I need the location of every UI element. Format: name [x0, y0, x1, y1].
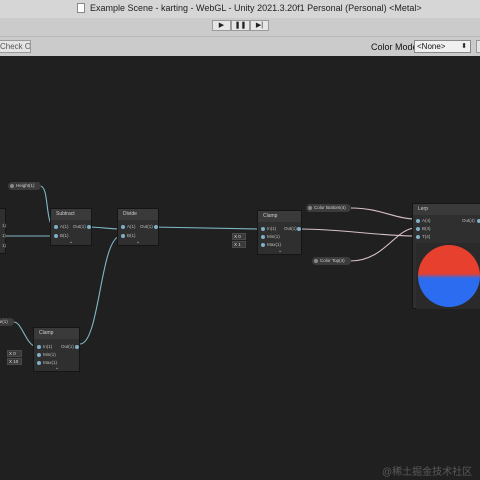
wire-divide-to-clamp — [151, 226, 261, 230]
port-label: A(1) — [127, 224, 136, 229]
clamp-min-field[interactable]: X 0 — [7, 350, 22, 357]
watermark: @稀土掘金技术社区 — [382, 467, 473, 478]
input-port[interactable] — [37, 345, 41, 349]
wire-colorbottom-to-lerp — [350, 207, 417, 220]
expand-chevron-icon[interactable]: ⌄ — [278, 248, 282, 254]
node-title: Lerp — [413, 204, 480, 215]
input-port[interactable] — [261, 243, 265, 247]
port-label: In(1) — [43, 344, 53, 349]
input-port[interactable] — [121, 225, 125, 229]
partial-port-label: 1) — [2, 223, 7, 228]
input-port[interactable] — [37, 353, 41, 357]
port-label: Max(1) — [267, 242, 282, 247]
output-port[interactable] — [297, 227, 301, 231]
port-label: Min(1) — [267, 234, 280, 239]
output-port[interactable] — [75, 345, 79, 349]
property-partial[interactable]: ase(1) — [0, 318, 14, 326]
port-label: Out(1) — [61, 344, 74, 349]
clamp-max-field[interactable]: X 10 — [7, 358, 22, 365]
property-color-top[interactable]: Color Top(4) — [312, 257, 351, 265]
clamp-min-field[interactable]: X 0 — [232, 233, 246, 240]
node-divide[interactable]: Divide A(1) B(1) Out(1) ⌄ — [117, 208, 159, 246]
node-title: Divide — [118, 209, 158, 220]
input-port[interactable] — [416, 219, 420, 223]
input-port[interactable] — [416, 227, 420, 231]
input-port[interactable] — [54, 225, 58, 229]
expand-chevron-icon[interactable]: ⌄ — [55, 365, 59, 371]
port-label: Out(1) — [73, 224, 86, 229]
port-label: T(4) — [422, 234, 431, 239]
input-port[interactable] — [37, 361, 41, 365]
node-title: Clamp — [258, 211, 301, 222]
node-clamp-left[interactable]: Clamp In(1) Min(1) Max(1) Out(1) ⌄ — [33, 327, 80, 372]
property-port-icon — [314, 259, 318, 263]
input-port[interactable] — [261, 227, 265, 231]
preview-sphere — [416, 243, 480, 309]
node-subtract[interactable]: Subtract A(1) B(1) Out(1) ⌄ — [50, 208, 92, 246]
expand-chevron-icon[interactable]: ⌄ — [136, 239, 140, 245]
output-port[interactable] — [87, 225, 91, 229]
expand-chevron-icon[interactable]: ⌄ — [69, 239, 73, 245]
wire-clamp-to-divide — [79, 235, 122, 345]
input-port[interactable] — [121, 234, 125, 238]
node-title: Clamp — [34, 328, 79, 339]
port-label: B(1) — [127, 233, 136, 238]
clamp-max-field[interactable]: X 1 — [232, 241, 246, 248]
port-label: A(4) — [422, 218, 431, 223]
input-port[interactable] — [261, 235, 265, 239]
output-port[interactable] — [154, 225, 158, 229]
node-title: Subtract — [51, 209, 91, 220]
partial-port-label: 1) — [2, 233, 7, 238]
property-port-icon — [10, 184, 14, 188]
node-lerp[interactable]: Lerp A(4) B(4) T(4) Out(4) — [412, 203, 480, 309]
property-port-icon — [308, 206, 312, 210]
property-color-bottom[interactable]: Color Bottom(4) — [306, 204, 351, 212]
port-label: Min(1) — [43, 352, 56, 357]
port-label: In(1) — [267, 226, 277, 231]
node-clamp-right[interactable]: Clamp In(1) Min(1) Max(1) Out(1) ⌄ — [257, 210, 302, 255]
port-label: B(1) — [60, 233, 69, 238]
input-port[interactable] — [54, 234, 58, 238]
port-label: Out(1) — [140, 224, 153, 229]
partial-node-left[interactable]: 1) 1) 1) — [0, 208, 6, 254]
port-label: Out(4) — [462, 218, 475, 223]
partial-port-label: 1) — [2, 243, 7, 248]
port-label: B(4) — [422, 226, 431, 231]
property-height[interactable]: Height(1) — [8, 182, 41, 190]
port-label: Out(1) — [284, 226, 297, 231]
input-port[interactable] — [416, 235, 420, 239]
port-label: A(1) — [60, 224, 69, 229]
